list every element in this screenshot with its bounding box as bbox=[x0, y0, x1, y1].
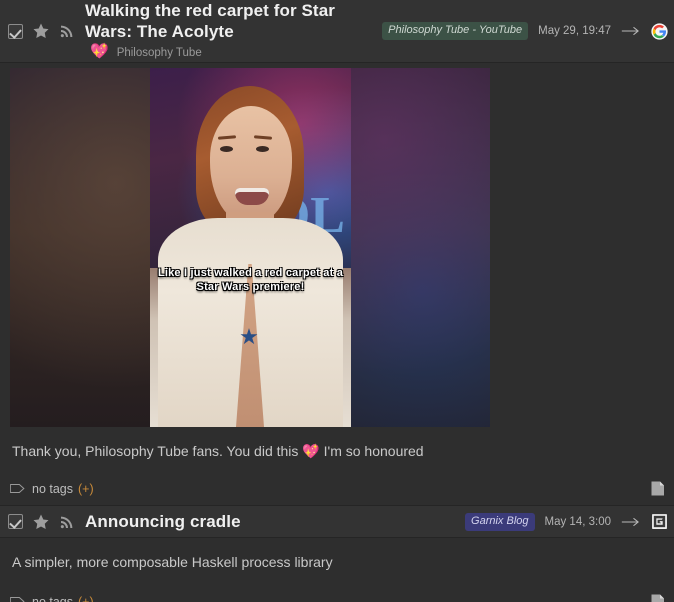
garnix-favicon[interactable] bbox=[651, 513, 668, 530]
entry-header[interactable]: Announcing cradle Garnix Blog May 14, 3:… bbox=[0, 506, 674, 538]
star-tattoo: ★ bbox=[239, 324, 259, 349]
entry-author: Philosophy Tube bbox=[116, 47, 202, 59]
add-tag-button[interactable]: (+) bbox=[73, 595, 94, 602]
entry-footer: no tags (+) bbox=[0, 586, 674, 602]
subject-face bbox=[210, 106, 292, 224]
entry-date: May 14, 3:00 bbox=[544, 515, 611, 528]
arrow-right-icon[interactable] bbox=[621, 25, 641, 37]
entry-body: Lik ed OL ★ Like I just walked a red car bbox=[0, 68, 674, 473]
entry-header-meta: Garnix Blog May 14, 3:00 bbox=[457, 512, 668, 531]
entry-header-meta: Philosophy Tube - YouTube May 29, 19:47 bbox=[374, 22, 668, 40]
entry-footer-actions bbox=[650, 593, 666, 602]
star-icon[interactable] bbox=[32, 513, 50, 531]
entry-footer-actions bbox=[650, 480, 666, 497]
tags-label: no tags bbox=[32, 481, 74, 496]
feed-badge[interactable]: Garnix Blog bbox=[465, 512, 535, 531]
rss-icon[interactable] bbox=[59, 23, 75, 39]
entry-header-actions bbox=[8, 22, 75, 40]
read-checkbox[interactable] bbox=[8, 23, 23, 39]
rss-icon[interactable] bbox=[59, 514, 75, 530]
sparkling-heart-emoji: 💖 bbox=[90, 43, 109, 60]
entry-date: May 29, 19:47 bbox=[538, 25, 611, 37]
page-icon[interactable] bbox=[650, 593, 666, 602]
google-favicon[interactable] bbox=[651, 22, 668, 40]
entry-title[interactable]: Announcing cradle bbox=[85, 511, 241, 532]
star-icon[interactable] bbox=[32, 22, 50, 40]
read-checkbox[interactable] bbox=[8, 514, 23, 529]
entry-title-wrap[interactable]: Walking the red carpet for Star Wars: Th… bbox=[75, 0, 374, 62]
arrow-right-icon[interactable] bbox=[621, 516, 641, 528]
subject-eye-left bbox=[220, 146, 233, 152]
entry-header[interactable]: Walking the red carpet for Star Wars: Th… bbox=[0, 0, 674, 63]
tags-label: no tags bbox=[32, 594, 74, 602]
tag-icon[interactable] bbox=[10, 482, 25, 495]
entry-body: A simpler, more composable Haskell proce… bbox=[0, 538, 674, 586]
entry-footer: no tags (+) bbox=[0, 473, 674, 506]
add-tag-button[interactable]: (+) bbox=[73, 482, 94, 496]
video-caption-text: Like I just walked a red carpet at a Sta… bbox=[157, 267, 344, 293]
feed-badge[interactable]: Philosophy Tube - YouTube bbox=[382, 22, 529, 40]
entry-media-thumbnail[interactable]: Lik ed OL ★ Like I just walked a red car bbox=[10, 68, 490, 427]
page-icon[interactable] bbox=[650, 480, 666, 497]
feed-reader-entry-list: Walking the red carpet for Star Wars: Th… bbox=[0, 0, 674, 602]
subject-eye-right bbox=[256, 146, 269, 152]
entry-header-actions bbox=[8, 513, 75, 531]
entry-summary: A simpler, more composable Haskell proce… bbox=[12, 554, 333, 570]
entry-summary: Thank you, Philosophy Tube fans. You did… bbox=[12, 443, 424, 459]
entry-title[interactable]: Walking the red carpet for Star Wars: Th… bbox=[85, 0, 366, 42]
subject-mouth bbox=[235, 188, 269, 205]
entry-title-wrap[interactable]: Announcing cradle bbox=[75, 511, 457, 532]
media-video-frame: OL ★ Like I just walked a red carpet at … bbox=[150, 68, 351, 427]
tag-icon[interactable] bbox=[10, 595, 25, 602]
